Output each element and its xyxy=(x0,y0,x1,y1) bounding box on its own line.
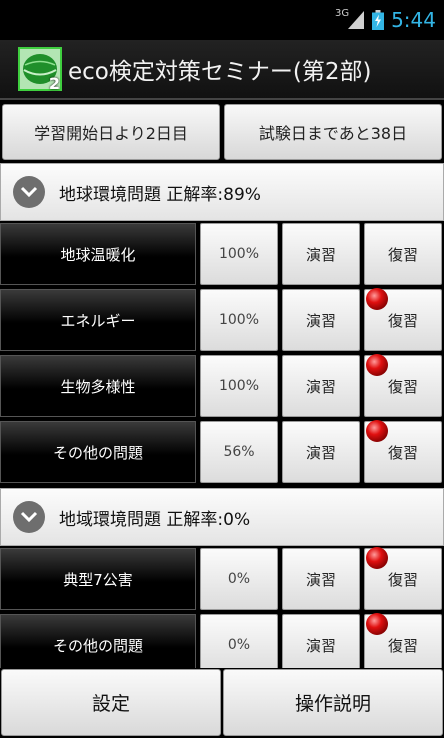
section-header-global[interactable]: 地球環境問題 正解率:89% xyxy=(0,163,444,221)
app-header: 2 eco検定対策セミナー(第2部) xyxy=(0,40,444,100)
practice-button[interactable]: 演習 xyxy=(282,289,360,351)
table-row: その他の問題 0% 演習 復習 xyxy=(0,612,444,668)
exam-days-button[interactable]: 試験日まであと38日 xyxy=(224,104,442,160)
percent-cell: 100% xyxy=(200,289,278,351)
percent-cell: 100% xyxy=(200,355,278,417)
review-label: 復習 xyxy=(387,570,418,589)
page-title: eco検定対策セミナー(第2部) xyxy=(68,59,372,85)
clock: 5:44 xyxy=(391,8,436,32)
review-button[interactable]: 復習 xyxy=(364,547,442,610)
signal-icon xyxy=(348,11,365,29)
percent-cell: 100% xyxy=(200,223,278,285)
review-button[interactable]: 復習 xyxy=(364,613,442,668)
red-dot-icon xyxy=(366,420,388,442)
info-row: 学習開始日より2日目 試験日まであと38日 xyxy=(0,102,444,162)
table-row: 生物多様性 100% 演習 復習 xyxy=(0,353,444,419)
review-label: 復習 xyxy=(387,311,418,330)
review-button[interactable]: 復習 xyxy=(364,223,442,285)
review-button[interactable]: 復習 xyxy=(364,420,442,483)
chevron-down-icon xyxy=(13,176,45,208)
battery-charging-icon xyxy=(372,10,385,30)
red-dot-icon xyxy=(366,547,388,569)
table-row: 典型7公害 0% 演習 復習 xyxy=(0,546,444,612)
instructions-button[interactable]: 操作説明 xyxy=(223,669,443,736)
red-dot-icon xyxy=(366,613,388,635)
bottom-bar: 設定 操作説明 xyxy=(0,668,444,738)
table-row: エネルギー 100% 演習 復習 xyxy=(0,287,444,353)
section-title: 地域環境問題 正解率:0% xyxy=(59,509,251,530)
practice-button[interactable]: 演習 xyxy=(282,548,360,610)
topic-label: 典型7公害 xyxy=(0,548,196,610)
review-label: 復習 xyxy=(387,245,418,264)
table-row: その他の問題 56% 演習 復習 xyxy=(0,419,444,485)
status-bar: 3G 5:44 xyxy=(0,0,444,40)
chevron-down-icon xyxy=(13,501,45,533)
topic-label: 地球温暖化 xyxy=(0,223,196,285)
section-header-regional[interactable]: 地域環境問題 正解率:0% xyxy=(0,488,444,546)
red-dot-icon xyxy=(366,354,388,376)
table-row: 地球温暖化 100% 演習 復習 xyxy=(0,221,444,287)
topic-label: 生物多様性 xyxy=(0,355,196,417)
section-title: 地球環境問題 正解率:89% xyxy=(59,184,261,205)
percent-cell: 56% xyxy=(200,421,278,483)
network-type: 3G xyxy=(334,7,350,19)
practice-button[interactable]: 演習 xyxy=(282,355,360,417)
review-button[interactable]: 復習 xyxy=(364,354,442,417)
topic-label: その他の問題 xyxy=(0,421,196,483)
review-label: 復習 xyxy=(387,636,418,655)
review-label: 復習 xyxy=(387,443,418,462)
topic-label: エネルギー xyxy=(0,289,196,351)
review-button[interactable]: 復習 xyxy=(364,288,442,351)
percent-cell: 0% xyxy=(200,614,278,668)
practice-button[interactable]: 演習 xyxy=(282,614,360,668)
study-days-button[interactable]: 学習開始日より2日目 xyxy=(2,104,220,160)
topic-label: その他の問題 xyxy=(0,614,196,668)
app-badge: 2 xyxy=(48,74,60,93)
settings-button[interactable]: 設定 xyxy=(1,669,221,736)
eco-app-icon: 2 xyxy=(18,47,62,93)
practice-button[interactable]: 演習 xyxy=(282,421,360,483)
practice-button[interactable]: 演習 xyxy=(282,223,360,285)
review-label: 復習 xyxy=(387,377,418,396)
percent-cell: 0% xyxy=(200,548,278,610)
red-dot-icon xyxy=(366,288,388,310)
